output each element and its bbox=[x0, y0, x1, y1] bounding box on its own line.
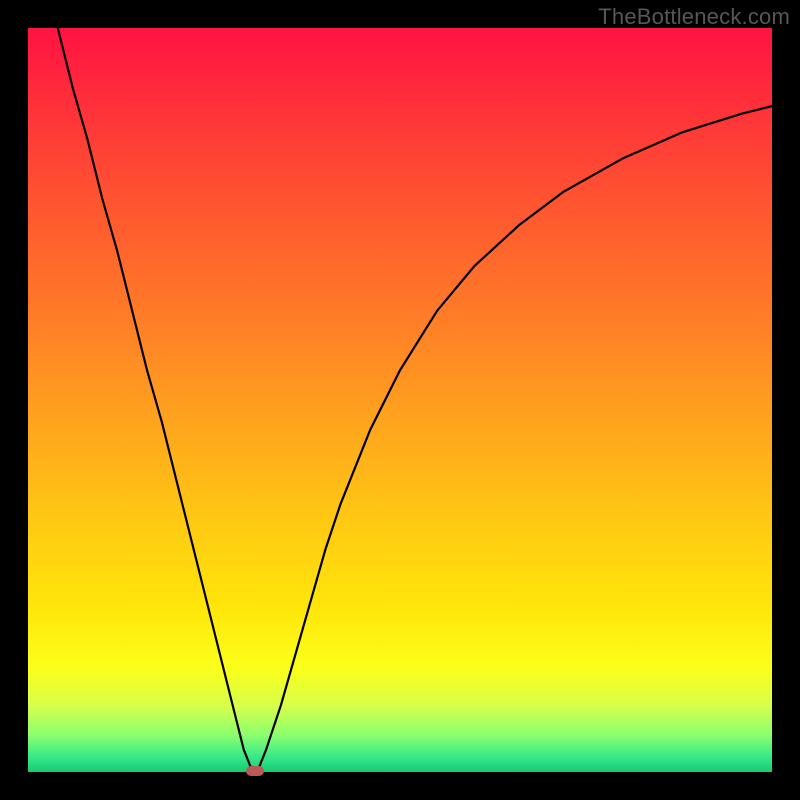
watermark-text: TheBottleneck.com bbox=[598, 4, 790, 30]
curve-svg bbox=[28, 28, 772, 772]
min-marker bbox=[246, 766, 264, 776]
plot-area bbox=[28, 28, 772, 772]
bottleneck-curve bbox=[58, 28, 772, 772]
chart-frame: TheBottleneck.com bbox=[0, 0, 800, 800]
